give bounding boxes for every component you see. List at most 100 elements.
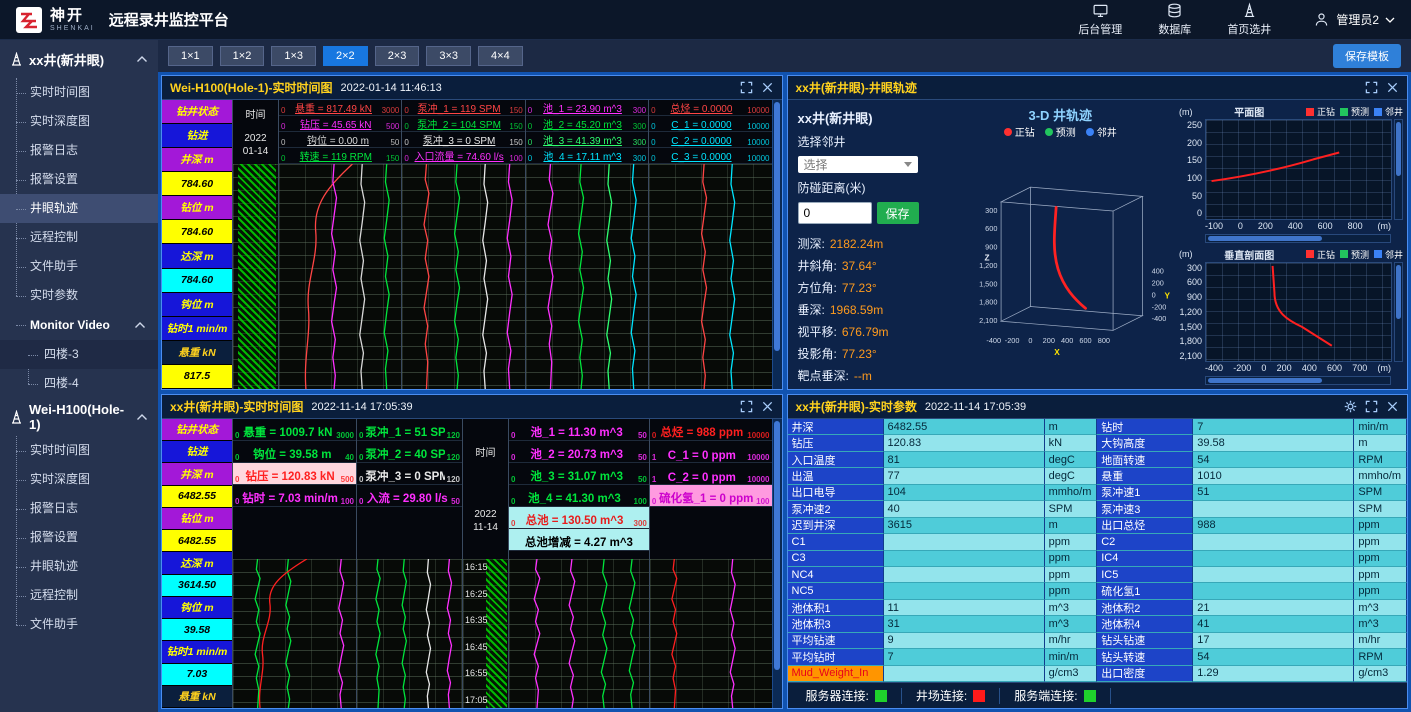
param-value: 988	[1193, 518, 1354, 534]
sidebar-item[interactable]: 实时时间图	[0, 78, 158, 107]
plan-horizontal-scrollbar[interactable]	[1205, 234, 1391, 243]
layout-button[interactable]: 2×3	[375, 46, 420, 66]
param-unit: m/hr	[1045, 633, 1098, 649]
sidebar-item[interactable]: 报警设置	[0, 165, 158, 194]
sidebar-item[interactable]: 实时深度图	[0, 107, 158, 136]
sidebar-item-monitor-video[interactable]: Monitor Video	[0, 310, 158, 340]
layout-button[interactable]: 4×4	[478, 46, 523, 66]
table-row: 迟到井深 3615 m 出口总烃 988 ppm	[788, 518, 1408, 534]
save-button[interactable]: 保存	[877, 202, 919, 224]
curve-label: 0池_3 = 31.07 m^350	[509, 463, 649, 485]
sidebar-group-label: xx井(新井眼)	[29, 50, 104, 69]
status-item: 井场连接:	[902, 688, 1000, 704]
sidebar-item[interactable]: 井眼轨迹	[0, 552, 158, 581]
param-unit: ppm	[1045, 583, 1098, 599]
plan-legend: 正钻 预测 邻井	[1306, 105, 1403, 118]
plan-vertical-scrollbar[interactable]	[1394, 119, 1403, 220]
expand-icon[interactable]	[740, 400, 753, 413]
table-row: NC4 ppm IC5 ppm	[788, 567, 1408, 583]
close-icon[interactable]	[761, 400, 774, 413]
track-traces	[402, 164, 524, 389]
table-row: C1 ppm C2 ppm	[788, 534, 1408, 550]
svg-text:-400: -400	[1151, 314, 1166, 323]
sidebar-item[interactable]: 实时深度图	[0, 465, 158, 494]
param-unit: kN	[1045, 435, 1098, 451]
track-plot	[279, 164, 401, 389]
layout-button[interactable]: 1×1	[168, 46, 213, 66]
sidebar-item[interactable]: 实时参数	[0, 281, 158, 310]
param-unit: m	[1045, 419, 1098, 435]
sidebar-group-well2[interactable]: Wei-H100(Hole-1)	[0, 398, 158, 436]
expand-icon[interactable]	[740, 81, 753, 94]
sidebar-item[interactable]: 实时时间图	[0, 436, 158, 465]
param-label: 钻头钻速	[1097, 633, 1193, 649]
vertical-scrollbar[interactable]	[772, 100, 782, 389]
save-template-button[interactable]: 保存模板	[1333, 44, 1401, 68]
sidebar-item-video[interactable]: 四楼-3	[0, 340, 158, 369]
section-vertical-scrollbar[interactable]	[1394, 262, 1403, 363]
nav-backend-management[interactable]: 后台管理	[1078, 2, 1122, 37]
nav-home-well-select[interactable]: 首页选井	[1227, 2, 1271, 37]
param-label: 大钩高度	[1097, 435, 1193, 451]
sidebar-item[interactable]: 文件助手	[0, 252, 158, 281]
trajectory-line	[1054, 207, 1085, 308]
section-view-title: 垂直剖面图	[1224, 247, 1274, 262]
neighbor-select[interactable]: 选择	[798, 156, 918, 173]
sidebar-item[interactable]: 报警日志	[0, 136, 158, 165]
close-icon[interactable]	[1386, 81, 1399, 94]
param-label: 泵冲速3	[1097, 501, 1193, 517]
sidebar-item[interactable]: 报警设置	[0, 523, 158, 552]
curve-label: 0硫化氢_1 = 0 ppm100	[650, 485, 772, 507]
legend-item: 正钻	[1306, 105, 1335, 118]
vertical-scrollbar[interactable]	[772, 419, 782, 708]
table-row: 泵冲速2 40 SPM 泵冲速3 SPM	[788, 501, 1408, 517]
section-horizontal-scrollbar[interactable]	[1205, 376, 1391, 385]
param-cell: 钻位 m	[162, 508, 232, 530]
param-cell: 钩位 m	[162, 293, 232, 317]
table-row: 入口温度 81 degC 地面转速 54 RPM	[788, 452, 1408, 468]
svg-text:300: 300	[985, 206, 997, 215]
sidebar-item[interactable]: 远程控制	[0, 581, 158, 610]
param-value	[884, 551, 1045, 567]
user-menu[interactable]: 管理员2	[1313, 11, 1395, 28]
nav-label: 首页选井	[1227, 21, 1271, 37]
sidebar-group-well1[interactable]: xx井(新井眼)	[0, 40, 158, 78]
sidebar-item[interactable]: 报警日志	[0, 494, 158, 523]
section-legend: 正钻 预测 邻井	[1306, 248, 1403, 261]
layout-button[interactable]: 3×3	[426, 46, 471, 66]
param-label: NC4	[788, 567, 884, 583]
param-value	[1193, 534, 1354, 550]
layout-button[interactable]: 2×2	[323, 46, 368, 66]
sidebar-item[interactable]: 远程控制	[0, 223, 158, 252]
chart-track-pumps: 0泵冲_1 = 51 SPM120 0泵冲_2 = 40 SPM120 0泵冲_…	[356, 419, 462, 708]
layout-button[interactable]: 1×2	[220, 46, 265, 66]
svg-text:600: 600	[1079, 336, 1091, 345]
table-row: 平均钻时 7 min/m 钻头转速 54 RPM	[788, 649, 1408, 665]
curve-label: 0泵冲_1 = 119 SPM150	[402, 100, 524, 116]
param-label: 池体积2	[1097, 600, 1193, 616]
curve-label: 0池_4 = 17.11 m^3300	[526, 148, 648, 164]
close-icon[interactable]	[1386, 400, 1399, 413]
distance-input[interactable]	[798, 202, 872, 224]
param-value: 40	[884, 501, 1045, 517]
panel-well-trajectory: xx井(新井眼)-井眼轨迹 xx井(新井眼) 选择邻井 选择 防碰距离(米)	[787, 75, 1409, 390]
param-column: 钻井状态 钻进 井深 m 784.60 钻位 m 784.60 达深 m	[162, 100, 232, 389]
curve-label: 0钩位 = 39.58 m40	[233, 441, 356, 463]
nav-database[interactable]: 数据库	[1158, 2, 1191, 37]
param-value	[884, 583, 1045, 599]
expand-icon[interactable]	[1365, 81, 1378, 94]
table-row: 钻压 120.83 kN 大钩高度 39.58 m	[788, 435, 1408, 451]
param-unit: ppm	[1045, 551, 1098, 567]
sidebar-item[interactable]: 井眼轨迹	[0, 194, 158, 223]
layout-button[interactable]: 1×3	[271, 46, 316, 66]
gear-icon[interactable]	[1344, 400, 1357, 413]
axis-z-label: Z	[984, 254, 989, 263]
sidebar-item[interactable]: 文件助手	[0, 610, 158, 639]
status-indicator	[1084, 690, 1096, 702]
svg-text:200: 200	[1042, 336, 1054, 345]
curve-label: 0池_2 = 45.20 m^3300	[526, 116, 648, 132]
expand-icon[interactable]	[1365, 400, 1378, 413]
sidebar-item-video[interactable]: 四楼-4	[0, 369, 158, 398]
param-label: C3	[788, 551, 884, 567]
close-icon[interactable]	[761, 81, 774, 94]
